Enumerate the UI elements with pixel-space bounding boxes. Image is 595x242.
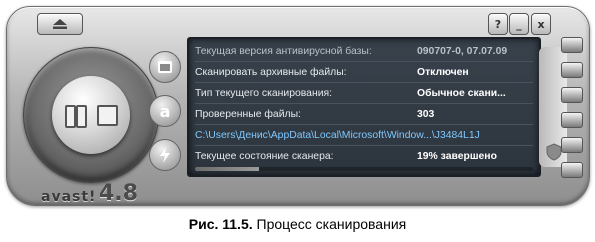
caption-text: Процесс сканирования (252, 216, 407, 232)
status-value: Обычное скани... (417, 88, 506, 99)
status-row-db-version: Текущая версия антивирусной базы: 090707… (195, 42, 533, 62)
status-row-current-file: C:\Users\Денис\AppData\Local\Microsoft\W… (195, 126, 533, 146)
browser-icon[interactable] (149, 51, 181, 83)
caption-prefix: Рис. 11.5. (188, 216, 253, 232)
app-version: 4.8 (99, 181, 138, 206)
status-row-scan-type: Тип текущего сканирования: Обычное скани… (195, 84, 533, 104)
scan-progress-bar (195, 167, 533, 171)
scan-progress-fill (195, 167, 260, 171)
status-value: 090707-0, 07.07.09 (417, 46, 508, 57)
status-label: Текущая версия антивирусной базы: (195, 46, 372, 57)
pause-button[interactable] (64, 102, 88, 128)
status-value: 303 (417, 109, 435, 120)
status-label: Проверенные файлы: (195, 109, 301, 120)
title-bar: ? _ x (33, 13, 551, 35)
current-file-path: C:\Users\Денис\AppData\Local\Microsoft\W… (195, 130, 480, 141)
status-row-scanner-state: Текущее состояние сканера: 19% завершено (195, 147, 533, 166)
window-grip[interactable] (561, 37, 583, 187)
status-row-files-scanned: Проверенные файлы: 303 (195, 105, 533, 125)
eject-button[interactable] (37, 13, 83, 35)
control-disc (23, 47, 159, 183)
help-button[interactable]: ? (488, 13, 508, 35)
avast-window: ? _ x a Текущая версия антивирусной базы… (6, 6, 590, 206)
status-value: Отключен (417, 67, 469, 78)
status-display: Текущая версия антивирусной базы: 090707… (187, 37, 541, 177)
close-button[interactable]: x (531, 13, 551, 35)
stop-button[interactable] (96, 102, 120, 128)
control-disc-center (52, 76, 130, 154)
status-value: 19% завершено (417, 151, 497, 162)
figure-caption: Рис. 11.5. Процесс сканирования (0, 216, 595, 232)
app-logo: avast! (41, 189, 97, 205)
avast-a-icon[interactable]: a (149, 95, 181, 127)
lightning-icon[interactable] (149, 139, 181, 171)
eject-icon (53, 19, 67, 29)
minimize-button[interactable]: _ (509, 13, 529, 35)
status-label: Тип текущего сканирования: (195, 88, 333, 99)
status-label: Текущее состояние сканера: (195, 151, 334, 162)
side-icon-column: a (149, 51, 183, 183)
status-row-archives: Сканировать архивные файлы: Отключен (195, 63, 533, 83)
status-label: Сканировать архивные файлы: (195, 67, 347, 78)
